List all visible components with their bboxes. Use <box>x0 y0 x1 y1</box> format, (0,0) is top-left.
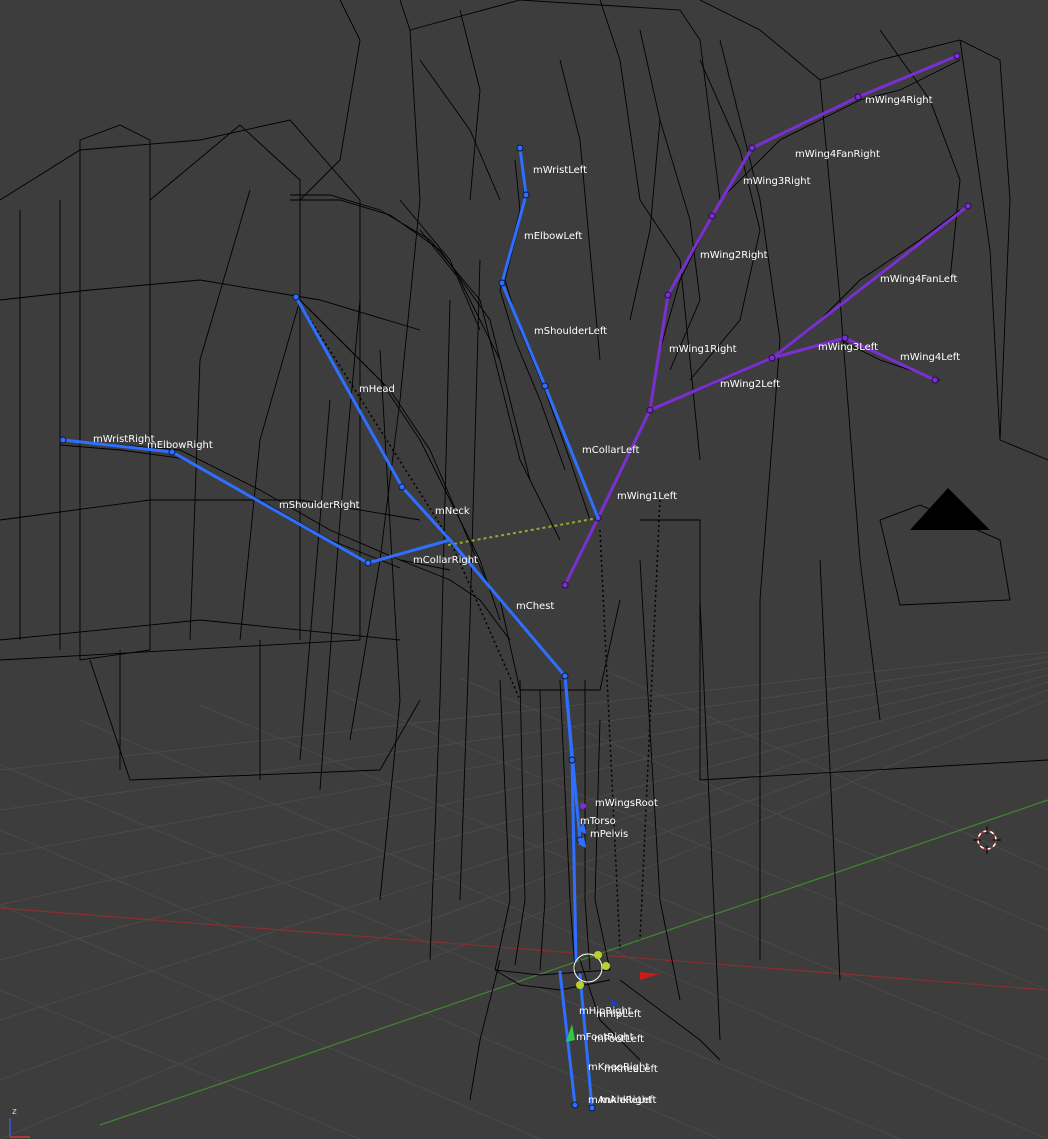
light-object[interactable] <box>910 488 990 530</box>
bone-label: mWing4FanRight <box>795 149 880 160</box>
axis-indicator-icon: z <box>9 1107 30 1138</box>
bone-label: mAnkleLeft <box>600 1095 657 1106</box>
viewport-scene[interactable]: z mWristLeft mElbowLeft mShoulderLeft mC… <box>0 0 1048 1139</box>
wing-joints[interactable] <box>561 52 972 589</box>
bone-label: mWing3Left <box>818 342 878 353</box>
bone-label: mHead <box>359 384 395 395</box>
bone-label: mFootLeft <box>594 1034 644 1045</box>
bone-label: mWristRight <box>93 434 155 445</box>
ground-grid <box>0 651 1048 1139</box>
bone-label: mKneeLeft <box>604 1064 658 1075</box>
bone-labels: mWristLeft mElbowLeft mShoulderLeft mCol… <box>93 95 960 1106</box>
bone-label: mPelvis <box>590 829 628 840</box>
x-axis-line <box>0 907 1048 991</box>
bone-label: mCollarLeft <box>582 445 640 456</box>
wireframe-tree <box>59 9 961 1101</box>
bone-label: mTorso <box>580 816 616 827</box>
bone-label: mWing3Right <box>743 176 811 187</box>
bone-label: mElbowLeft <box>524 231 582 242</box>
bone-label: mNeck <box>435 506 470 517</box>
bone-label: mWing4FanLeft <box>880 274 957 285</box>
bone-label: mElbowRight <box>147 440 213 451</box>
wing-bones[interactable] <box>563 54 970 587</box>
bone-label: mShoulderLeft <box>534 326 607 337</box>
bone-label: mWing1Left <box>617 491 677 502</box>
bone-label: mWing1Right <box>669 344 737 355</box>
bone-label: mWing2Right <box>700 250 768 261</box>
bone-label: mShoulderRight <box>279 500 360 511</box>
wireframe-buildings <box>0 0 1048 1041</box>
3d-cursor-icon[interactable] <box>973 826 1001 854</box>
body-bones[interactable] <box>61 146 600 1110</box>
bone-label: mWing2Left <box>720 379 780 390</box>
3d-viewport[interactable]: z mWristLeft mElbowLeft mShoulderLeft mC… <box>0 0 1048 1139</box>
bone-label: mWingsRoot <box>595 798 658 809</box>
axis-z-label: z <box>12 1107 17 1117</box>
bone-label: mHipLeft <box>596 1009 641 1020</box>
bone-label: mWing4Right <box>865 95 933 106</box>
bone-label: mWing4Left <box>900 352 960 363</box>
bone-label: mWristLeft <box>533 165 587 176</box>
bone-label: mChest <box>516 601 554 612</box>
bone-label: mCollarRight <box>413 555 478 566</box>
